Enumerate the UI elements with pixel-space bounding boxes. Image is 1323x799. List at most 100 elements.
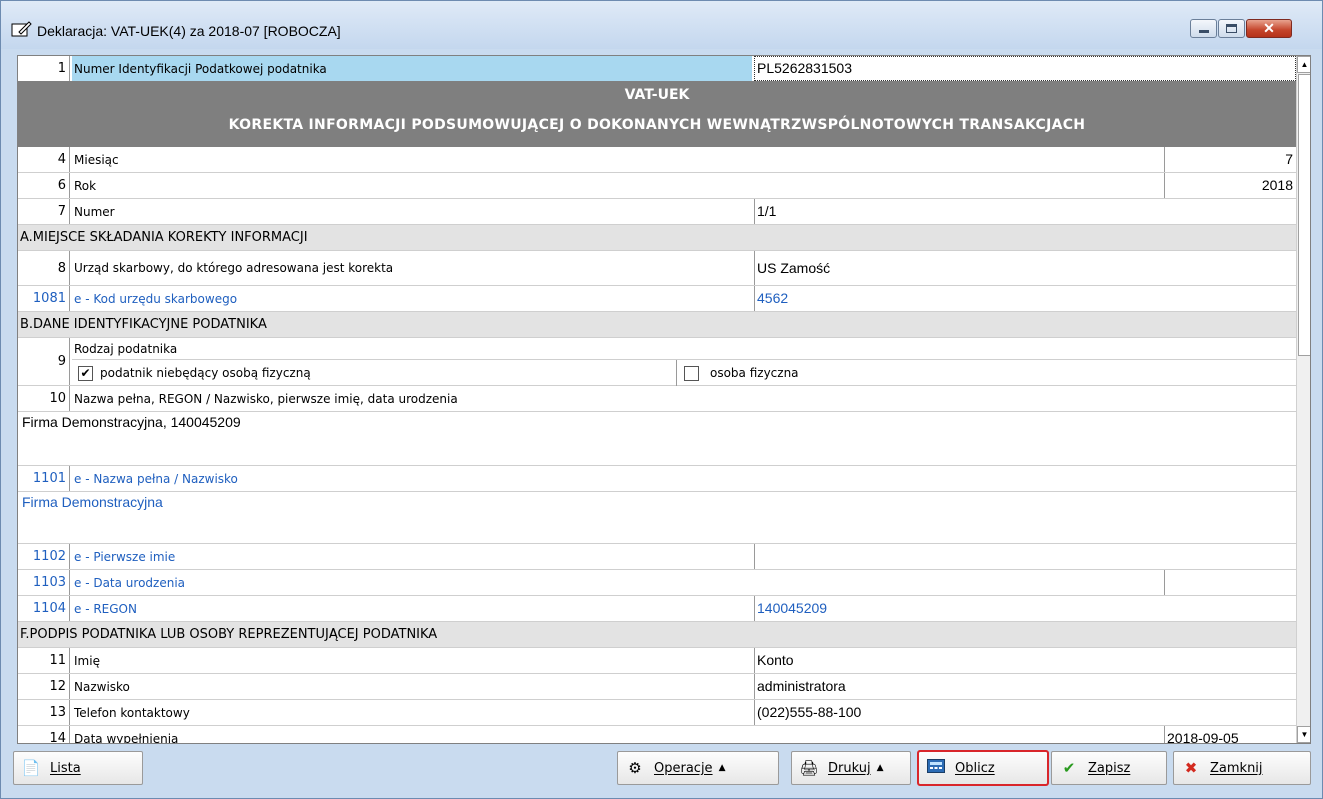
scroll-down-icon[interactable]: ▼ (1297, 726, 1310, 743)
row-10-value[interactable]: Firma Demonstracyjna, 140045209 (18, 412, 1296, 466)
row-number: 6 (18, 173, 70, 198)
row-label: e - Nazwa pełna / Nazwisko (74, 472, 238, 486)
signer-last-name-field[interactable]: administratora (754, 674, 1296, 699)
row-1103: 1103 e - Data urodzenia (18, 570, 1296, 596)
checkmark-icon: ✔ (1062, 759, 1076, 777)
row-7: 7 Numer 1/1 (18, 199, 1296, 225)
row-label: e - Pierwsze imie (74, 550, 176, 564)
row-label: Imię (74, 654, 100, 668)
declaration-form-grid: 1 Numer Identyfikacji Podatkowej podatni… (17, 55, 1311, 744)
row-number: 11 (18, 648, 70, 673)
window-controls: ✕ (1189, 19, 1292, 41)
print-button-label: Drukuj (828, 760, 871, 776)
scroll-thumb[interactable] (1298, 74, 1310, 356)
row-label: Numer (74, 205, 115, 219)
row-14: 14 Data wypełnienia 2018-09-05 (18, 726, 1296, 744)
nip-field[interactable]: PL5262831503 (754, 56, 1296, 81)
tax-office-code-field[interactable]: 4562 (754, 286, 1296, 311)
row-number: 1103 (18, 570, 70, 595)
row-label: Urząd skarbowy, do którego adresowana je… (74, 261, 394, 275)
number-field[interactable]: 1/1 (754, 199, 1296, 224)
form-header: VAT-UEK KOREKTA INFORMACJI PODSUMOWUJĄCE… (18, 81, 1296, 147)
option-natural-person-label: osoba fizyczna (710, 366, 799, 380)
row-1081: 1081 e - Kod urzędu skarbowego 4562 (18, 286, 1296, 312)
list-button-label: Lista (50, 760, 81, 776)
row-number: 1081 (18, 286, 70, 311)
row-label: e - REGON (74, 602, 137, 616)
row-13: 13 Telefon kontaktowy (022)555-88-100 (18, 700, 1296, 726)
fill-date-field[interactable]: 2018-09-05 (1164, 726, 1296, 743)
row-label: Nazwa pełna, REGON / Nazwisko, pierwsze … (74, 392, 458, 406)
save-button[interactable]: ✔ Zapisz (1051, 751, 1167, 785)
scroll-up-icon[interactable]: ▲ (1297, 56, 1310, 73)
row-1: 1 Numer Identyfikacji Podatkowej podatni… (18, 56, 1296, 82)
section-a-header: A.MIEJSCE SKŁADANIA KOREKTY INFORMACJI (18, 225, 1296, 251)
first-name-field[interactable] (754, 544, 1296, 569)
maximize-button[interactable] (1218, 19, 1245, 38)
divider (676, 360, 677, 386)
phone-field[interactable]: (022)555-88-100 (754, 700, 1296, 725)
row-number: 1 (18, 56, 70, 81)
e-full-name-field[interactable]: Firma Demonstracyjna (22, 494, 163, 510)
row-number: 1104 (18, 596, 70, 621)
list-button[interactable]: 📄 Lista (13, 751, 143, 785)
signer-first-name-field[interactable]: Konto (754, 648, 1296, 673)
row-label: Numer Identyfikacji Podatkowej podatnika (72, 56, 752, 81)
edit-document-icon (11, 21, 32, 37)
row-number: 4 (18, 147, 70, 172)
close-button[interactable]: ✕ (1246, 19, 1292, 38)
close-x-icon: ✖ (1184, 759, 1198, 777)
form-header-code: VAT-UEK (624, 87, 690, 103)
print-button[interactable]: 🖨 Drukuj ▲ (791, 751, 911, 785)
row-label: Miesiąc (74, 153, 119, 167)
regon-field[interactable]: 140045209 (754, 596, 1296, 621)
vertical-scrollbar[interactable]: ▲ ▼ (1296, 56, 1310, 743)
year-field[interactable]: 2018 (1164, 173, 1296, 198)
row-label: Nazwisko (74, 680, 130, 694)
row-number: 1101 (18, 466, 70, 491)
row-8: 8 Urząd skarbowy, do którego adresowana … (18, 251, 1296, 286)
close-icon: ✕ (1263, 20, 1275, 36)
caret-up-icon: ▲ (718, 763, 726, 773)
calculate-button-label: Oblicz (955, 760, 995, 776)
calculator-icon (925, 759, 947, 777)
row-number: 10 (18, 386, 70, 411)
minimize-icon (1198, 30, 1209, 33)
row-label: Telefon kontaktowy (74, 706, 190, 720)
checkbox-non-natural-person[interactable]: ✔ (78, 366, 93, 381)
row-number: 8 (18, 251, 70, 285)
tax-office-field[interactable]: US Zamość (754, 251, 1296, 285)
month-field[interactable]: 7 (1164, 147, 1296, 172)
declaration-window: Deklaracja: VAT-UEK(4) za 2018-07 [ROBOC… (0, 0, 1323, 799)
row-11: 11 Imię Konto (18, 648, 1296, 674)
row-1104: 1104 e - REGON 140045209 (18, 596, 1296, 622)
row-label: e - Kod urzędu skarbowego (74, 292, 238, 306)
row-1101-value[interactable]: Firma Demonstracyjna (18, 492, 1296, 544)
row-6: 6 Rok 2018 (18, 173, 1296, 199)
section-b-header: B.DANE IDENTYFIKACYJNE PODATNIKA (18, 312, 1296, 338)
operations-button[interactable]: ⚙ Operacje ▲ (617, 751, 779, 785)
row-1102: 1102 e - Pierwsze imie (18, 544, 1296, 570)
close-form-button-label: Zamknij (1210, 760, 1263, 776)
calculate-button[interactable]: Oblicz (917, 750, 1049, 786)
row-number: 9 (18, 338, 70, 385)
row-number: 1102 (18, 544, 70, 569)
row-number: 14 (18, 726, 70, 743)
row-label: Data wypełnienia (74, 732, 179, 744)
minimize-button[interactable] (1190, 19, 1217, 38)
row-number: 13 (18, 700, 70, 725)
option-non-natural-person-label: podatnik niebędący osobą fizyczną (100, 366, 311, 380)
maximize-icon (1226, 24, 1237, 33)
row-label: Rodzaj podatnika (72, 338, 1296, 360)
row-label: Rok (74, 179, 97, 193)
checkbox-natural-person[interactable] (684, 366, 699, 381)
birth-date-field[interactable] (1164, 570, 1296, 595)
full-name-regon-field[interactable]: Firma Demonstracyjna, 140045209 (22, 414, 241, 430)
printer-icon: 🖨 (799, 759, 819, 777)
title-bar[interactable]: Deklaracja: VAT-UEK(4) za 2018-07 [ROBOC… (1, 1, 1322, 49)
row-9: 9 Rodzaj podatnika ✔ podatnik niebędący … (18, 338, 1296, 386)
save-button-label: Zapisz (1088, 760, 1131, 776)
row-label: e - Data urodzenia (74, 576, 186, 590)
close-form-button[interactable]: ✖ Zamknij (1173, 751, 1311, 785)
section-f-header: F.PODPIS PODATNIKA LUB OSOBY REPREZENTUJ… (18, 622, 1296, 648)
